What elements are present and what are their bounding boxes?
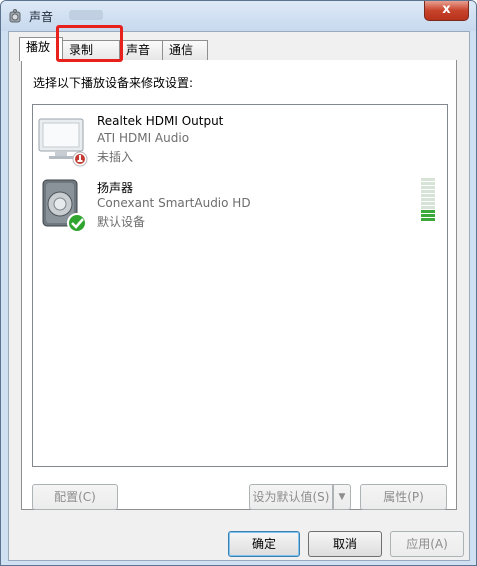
- configure-button-visible[interactable]: 配置(C): [32, 484, 118, 510]
- level-meter-bar: [421, 218, 435, 221]
- device-status: 默认设备: [97, 215, 146, 229]
- level-meter-bar: [421, 178, 435, 181]
- device-item-hdmi[interactable]: Realtek HDMI Output ATI HDMI Audio 未插入: [33, 113, 447, 173]
- default-check-icon: [67, 213, 87, 233]
- device-status: 未插入: [97, 150, 134, 164]
- dialog-client-area: 播放 录制 声音 通信 选择以下播放设备来修改设置: Realtek HDMI …: [8, 31, 470, 561]
- device-name: Realtek HDMI Output: [97, 114, 224, 128]
- level-meter-bar: [421, 182, 435, 185]
- level-meter-bar: [421, 194, 435, 197]
- device-driver: ATI HDMI Audio: [97, 131, 190, 145]
- speaker-icon: [9, 9, 21, 23]
- device-name: 扬声器: [97, 181, 134, 195]
- playback-panel: 选择以下播放设备来修改设置: Realtek HDMI Output ATI H…: [21, 60, 457, 510]
- level-meter-bar: [421, 190, 435, 193]
- speaker-icon: [42, 179, 87, 233]
- cancel-button[interactable]: 取消: [308, 531, 382, 557]
- tab-communications[interactable]: 通信: [162, 40, 208, 60]
- level-meter-bar: [421, 202, 435, 205]
- apply-button[interactable]: 应用(A): [390, 531, 464, 557]
- level-meter-bar: [421, 206, 435, 209]
- device-driver: Conexant SmartAudio HD: [97, 196, 251, 210]
- instruction-text: 选择以下播放设备来修改设置:: [33, 76, 194, 90]
- unplugged-badge-icon: [72, 151, 88, 167]
- device-list[interactable]: Realtek HDMI Output ATI HDMI Audio 未插入 扬…: [32, 104, 448, 467]
- close-button[interactable]: x: [424, 1, 469, 21]
- recording-tab-highlight: [56, 25, 123, 62]
- device-item-speakers[interactable]: 扬声器 Conexant SmartAudio HD 默认设备: [33, 178, 447, 238]
- level-meter-bar: [421, 210, 435, 213]
- monitor-icon: [38, 118, 88, 167]
- level-meter-bar: [421, 198, 435, 201]
- sound-dialog-window: 声音 x 播放 录制 声音 通信 选择以下播放设备来修改设置: Realtek …: [0, 0, 477, 566]
- title-extra-blurred: [69, 10, 103, 20]
- window-title: 声音: [29, 10, 54, 24]
- level-meter-bar: [421, 214, 435, 217]
- tab-sounds[interactable]: 声音: [119, 40, 163, 60]
- volume-level-meter: [421, 178, 437, 222]
- properties-button[interactable]: 属性(P): [360, 484, 447, 510]
- level-meter-bar: [421, 186, 435, 189]
- ok-button[interactable]: 确定: [228, 531, 300, 557]
- set-default-dropdown-arrow[interactable]: ▼: [333, 484, 351, 510]
- set-default-button[interactable]: 设为默认值(S): [249, 484, 333, 510]
